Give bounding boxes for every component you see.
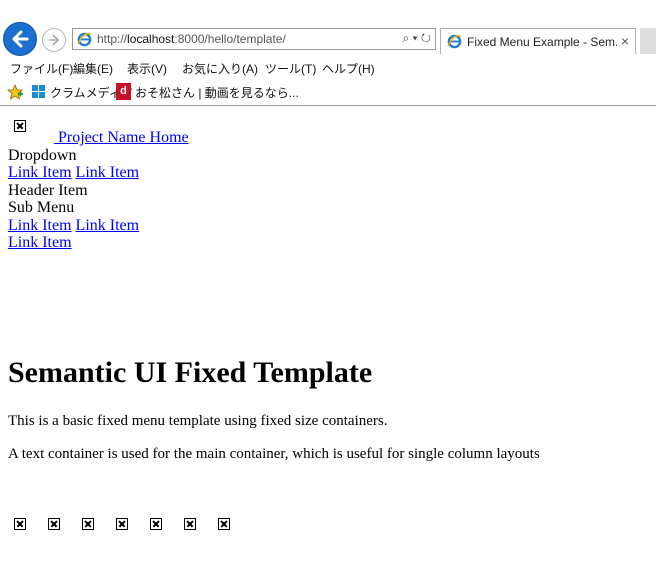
link-item[interactable]: Link Item (76, 217, 140, 234)
page-content: Project Name Home Dropdown Link Item Lin… (0, 106, 656, 585)
broken-image-icon (218, 518, 230, 531)
tab-active[interactable]: Fixed Menu Example - Sem... × (440, 28, 636, 54)
ie-icon (77, 32, 92, 47)
back-arrow-icon (12, 30, 29, 48)
new-tab-button[interactable] (640, 28, 656, 54)
address-tools[interactable]: ⌕ ▾ ↻ (402, 31, 431, 47)
url-text: http://localhost:8000/hello/template/ (97, 32, 286, 46)
menu-edit[interactable]: 編集(E) (73, 60, 113, 77)
windows-icon (32, 85, 45, 98)
broken-image-icon (82, 518, 94, 531)
sub-menu-label[interactable]: Sub Menu (8, 199, 74, 217)
broken-image-icon (116, 518, 128, 531)
broken-image-icon (14, 518, 26, 531)
url-prefix: http:// (97, 32, 128, 46)
home-link[interactable]: Project Name Home (54, 129, 189, 147)
footer-images (14, 515, 248, 533)
tab-close-icon[interactable]: × (621, 33, 629, 49)
link-item[interactable]: Link Item (8, 234, 72, 251)
logo-broken-image-icon (14, 120, 26, 132)
menu-favorites[interactable]: お気に入り(A) (182, 60, 258, 77)
link-row-3: Link Item (8, 234, 72, 252)
forward-arrow-icon (49, 34, 60, 46)
container-paragraph: A text container is used for the main co… (8, 446, 540, 462)
tab-title: Fixed Menu Example - Sem... (467, 35, 617, 49)
favorite-osomatsu[interactable]: おそ松さん | 動画を見るなら... (135, 84, 299, 101)
forward-button[interactable] (42, 28, 66, 52)
browser-chrome: http://localhost:8000/hello/template/ ⌕ … (0, 0, 656, 106)
back-button[interactable] (3, 22, 37, 56)
dropdown-label[interactable]: Dropdown (8, 147, 76, 165)
page-title: Semantic UI Fixed Template (8, 356, 373, 389)
link-row-1: Link Item Link Item (8, 164, 139, 182)
favorites-bar: クラムメディア d おそ松さん | 動画を見るなら... (0, 80, 656, 104)
url-host: localhost (127, 32, 175, 46)
dtv-icon: d (116, 83, 131, 100)
link-item[interactable]: Link Item (8, 164, 72, 181)
favorites-star-icon[interactable] (6, 84, 24, 100)
url-path: :8000/hello/template/ (174, 32, 286, 46)
link-item[interactable]: Link Item (76, 164, 140, 181)
link-item[interactable]: Link Item (8, 217, 72, 234)
menu-help[interactable]: ヘルプ(H) (322, 60, 375, 77)
menu-tools[interactable]: ツール(T) (265, 60, 316, 77)
menu-view[interactable]: 表示(V) (127, 60, 167, 77)
home-link-label: Project Name Home (58, 129, 189, 146)
menu-bar: ファイル(F) 編集(E) 表示(V) お気に入り(A) ツール(T) ヘルプ(… (0, 56, 656, 78)
broken-image-icon (48, 518, 60, 531)
intro-paragraph: This is a basic fixed menu template usin… (8, 413, 388, 429)
broken-image-icon (184, 518, 196, 531)
header-item: Header Item (8, 182, 88, 199)
link-row-2: Link Item Link Item (8, 217, 139, 235)
menu-file[interactable]: ファイル(F) (10, 60, 73, 77)
tab-ie-icon (447, 34, 462, 49)
broken-image-icon (150, 518, 162, 531)
address-bar[interactable]: http://localhost:8000/hello/template/ ⌕ … (72, 28, 436, 50)
